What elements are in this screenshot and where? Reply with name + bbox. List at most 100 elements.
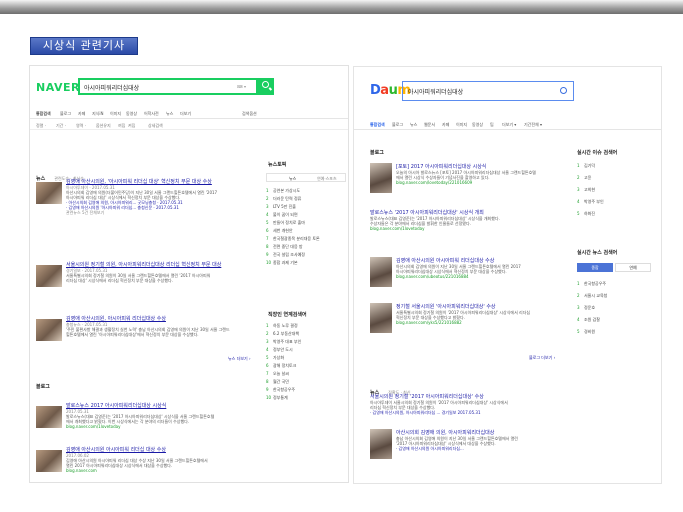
- related-news[interactable]: · 김영애 아산시의원 아시아피워리더십...: [396, 446, 566, 451]
- keyword-item[interactable]: 9 한국항공우주: [266, 387, 295, 393]
- keyword-tab-all[interactable]: 종합: [577, 263, 613, 272]
- topic-tab-sports[interactable]: 연예·스포츠: [317, 176, 337, 181]
- daum-tab[interactable]: 통합검색: [370, 122, 385, 128]
- blog-headline[interactable]: 김영애 아산시의원 아시아피워 리더십대상 수상: [396, 257, 566, 264]
- topic-item[interactable]: 9 전국 설립 조사예정: [266, 252, 305, 258]
- blog-source[interactable]: blog.naver.com/1lovetoday: [370, 226, 566, 231]
- topic-item[interactable]: 1 공연본 가상시도: [266, 188, 300, 194]
- blog-thumbnail[interactable]: [36, 406, 62, 428]
- keyword-item[interactable]: 5 가상화: [266, 355, 284, 361]
- blog-headline[interactable]: 발로스뉴스 2017 아시아피워리더십대상 시상식: [66, 402, 262, 409]
- related-news[interactable]: · 김영애 아산시의원, 아시아피워리더십 ... 경기일보 2017.05.3…: [370, 410, 566, 415]
- topic-item[interactable]: 7 한국철광종목 분리대응 토론: [266, 236, 320, 242]
- option-detail[interactable]: 상세검색: [148, 123, 163, 129]
- related-more-link[interactable]: 관련뉴스 5건 전체보기: [66, 210, 262, 215]
- topic-item[interactable]: 2 더러운 탄력 정류: [266, 196, 301, 202]
- issue-item[interactable]: 2 고윤: [577, 175, 591, 181]
- blog-source[interactable]: blog.naver.com/ubeotus/221016884: [396, 274, 566, 279]
- blog-source[interactable]: blog.naver.com/yks5/221016882: [396, 320, 566, 325]
- topic-item[interactable]: 4 불이 꿈이 되면: [266, 212, 298, 218]
- option-off[interactable]: 꺼짐: [118, 123, 125, 129]
- blog-more-link[interactable]: 블로그 더보기 ›: [529, 355, 555, 360]
- naver-tab[interactable]: 카페: [78, 111, 85, 117]
- daum-tab[interactable]: 동영상: [472, 122, 483, 128]
- news-keyword-item[interactable]: 5 경비원: [577, 329, 595, 335]
- blog-thumbnail[interactable]: [370, 257, 392, 287]
- daum-tab-more[interactable]: 더보기 ▾: [502, 122, 516, 128]
- option-on[interactable]: 켜짐: [128, 123, 135, 129]
- naver-search-button[interactable]: [258, 78, 274, 95]
- option-sort[interactable]: 정렬 ·: [36, 123, 46, 129]
- keyword-item[interactable]: 10 정부통계: [266, 395, 288, 401]
- blog-source[interactable]: blog.naver.com/1lovetoday: [66, 424, 262, 429]
- keyword-item[interactable]: 8 월간 국민: [266, 379, 289, 385]
- daum-period-filter[interactable]: 기간전체 ▾: [524, 122, 542, 128]
- keyword-item[interactable]: 4 정부안 도시: [266, 347, 293, 353]
- naver-tab[interactable]: 지식iN: [92, 111, 103, 117]
- news-thumbnail[interactable]: [36, 319, 62, 341]
- issue-item[interactable]: 1 김기덕: [577, 163, 595, 169]
- daum-tab[interactable]: 웹문서: [424, 122, 435, 128]
- news-thumbnail[interactable]: [36, 265, 62, 287]
- blog-source[interactable]: blog.naver.com/lovetoday/221016609: [396, 180, 566, 185]
- issue-item[interactable]: 5 하화진: [577, 211, 595, 217]
- option-area[interactable]: 영역 ·: [76, 123, 86, 129]
- daum-tab[interactable]: 뉴스: [410, 122, 417, 128]
- news-more-link[interactable]: 뉴스 더보기 ›: [228, 356, 251, 361]
- topic-item[interactable]: 5 만들어 정치로 출마: [266, 220, 305, 226]
- blog-headline[interactable]: 발로스뉴스 '2017 아시아피워리더십대상' 시상식 개최: [370, 209, 566, 216]
- news-thumbnail[interactable]: [36, 182, 62, 204]
- daum-search-input[interactable]: 아시아피워리더십대상: [408, 87, 463, 96]
- blog-headline[interactable]: 정기철 서울시의원 '아시아피워리더십대상' 수상: [396, 303, 566, 310]
- option-period[interactable]: 기간 ·: [56, 123, 66, 129]
- topic-item[interactable]: 3 LTV 5만 진출: [266, 204, 296, 210]
- news-keyword-item[interactable]: 2 서울시 교육청: [577, 293, 607, 299]
- daum-tab[interactable]: 이미지: [456, 122, 467, 128]
- blog-headline[interactable]: 김영애 아산시의원 아시아피워 리더십 대상 수상: [66, 446, 262, 453]
- daum-tab[interactable]: 팁: [490, 122, 494, 128]
- news-keyword-item[interactable]: 1 한국항공우주: [577, 281, 606, 287]
- news-thumbnail[interactable]: [370, 429, 392, 459]
- naver-search-options[interactable]: 검색옵션: [242, 111, 257, 117]
- naver-tab[interactable]: 동영상: [126, 111, 137, 117]
- news-headline[interactable]: 김영애 아산시의원, 아시아피워 리더십대상 수상: [66, 315, 262, 322]
- blog-source[interactable]: blog.naver.com: [66, 468, 262, 473]
- naver-tab[interactable]: 어학사전: [144, 111, 159, 117]
- news-headline[interactable]: 서울시의원 정기철 '2017 아시아피워리더십대상' 수상: [370, 393, 566, 400]
- naver-tab[interactable]: 이미지: [110, 111, 121, 117]
- daum-tab[interactable]: 카페: [442, 122, 449, 128]
- daum-tab[interactable]: 블로그: [392, 122, 403, 128]
- search-icon[interactable]: [560, 87, 567, 94]
- topic-item[interactable]: 8 전면 중단 대응 방: [266, 244, 303, 250]
- keyword-item[interactable]: 6 광해 정치토크: [266, 363, 296, 369]
- keyword-item[interactable]: 7 오늘 날씨: [266, 371, 289, 377]
- naver-logo[interactable]: NAVER: [36, 81, 80, 94]
- topic-item[interactable]: 10 종합 과제 기본: [266, 260, 298, 266]
- topic-tab-news[interactable]: 뉴스: [289, 176, 296, 181]
- keyword-item[interactable]: 3 박영주 대표 부인: [266, 339, 301, 345]
- news-keyword-item[interactable]: 4 조원 감찰: [577, 317, 600, 323]
- blog-thumbnail[interactable]: [36, 450, 62, 472]
- news-headline[interactable]: 김영애 아산시의원, '아시아피워 리더십 대상' 혁신정치 부문 대상 수상: [66, 178, 262, 185]
- news-keyword-item[interactable]: 3 정운호: [577, 305, 595, 311]
- issue-item[interactable]: 3 고희현: [577, 187, 595, 193]
- daum-search-box[interactable]: 아시아피워리더십대상: [402, 81, 574, 101]
- keyboard-icon[interactable]: ⌨ ▾: [237, 84, 246, 89]
- naver-tab[interactable]: 더보기: [180, 111, 191, 117]
- blog-thumbnail[interactable]: [370, 163, 392, 193]
- naver-tab[interactable]: 뉴스: [166, 111, 173, 117]
- naver-tab[interactable]: 블로그: [60, 111, 71, 117]
- news-headline[interactable]: 서울시의원 정기철 의원, 아시아피워리더십대상 리더십 혁신정치 부문 대상: [66, 261, 262, 268]
- naver-search-input[interactable]: 아시아피워리더십대상: [84, 83, 139, 92]
- keyword-item[interactable]: 1 하동 노루 결정: [266, 323, 298, 329]
- blog-headline[interactable]: [포토] 2017 아시아피워리더십대상 시상식: [396, 163, 566, 170]
- topic-item[interactable]: 6 세번 개헌안: [266, 228, 293, 234]
- naver-tab[interactable]: 통합검색: [36, 111, 51, 117]
- issue-item[interactable]: 4 박영주 부인: [577, 199, 604, 205]
- slide-top-bar: [0, 0, 683, 14]
- keyword-tab-entertainment[interactable]: 연예: [615, 263, 651, 272]
- blog-thumbnail[interactable]: [370, 303, 392, 333]
- news-headline[interactable]: 아산시의회 김영애 의원, 아시아피워리더십대상: [396, 429, 566, 436]
- keyword-item[interactable]: 2 6.2 부동산대책: [266, 331, 299, 337]
- naver-search-box[interactable]: 아시아피워리더십대상 ⌨ ▾: [78, 78, 258, 95]
